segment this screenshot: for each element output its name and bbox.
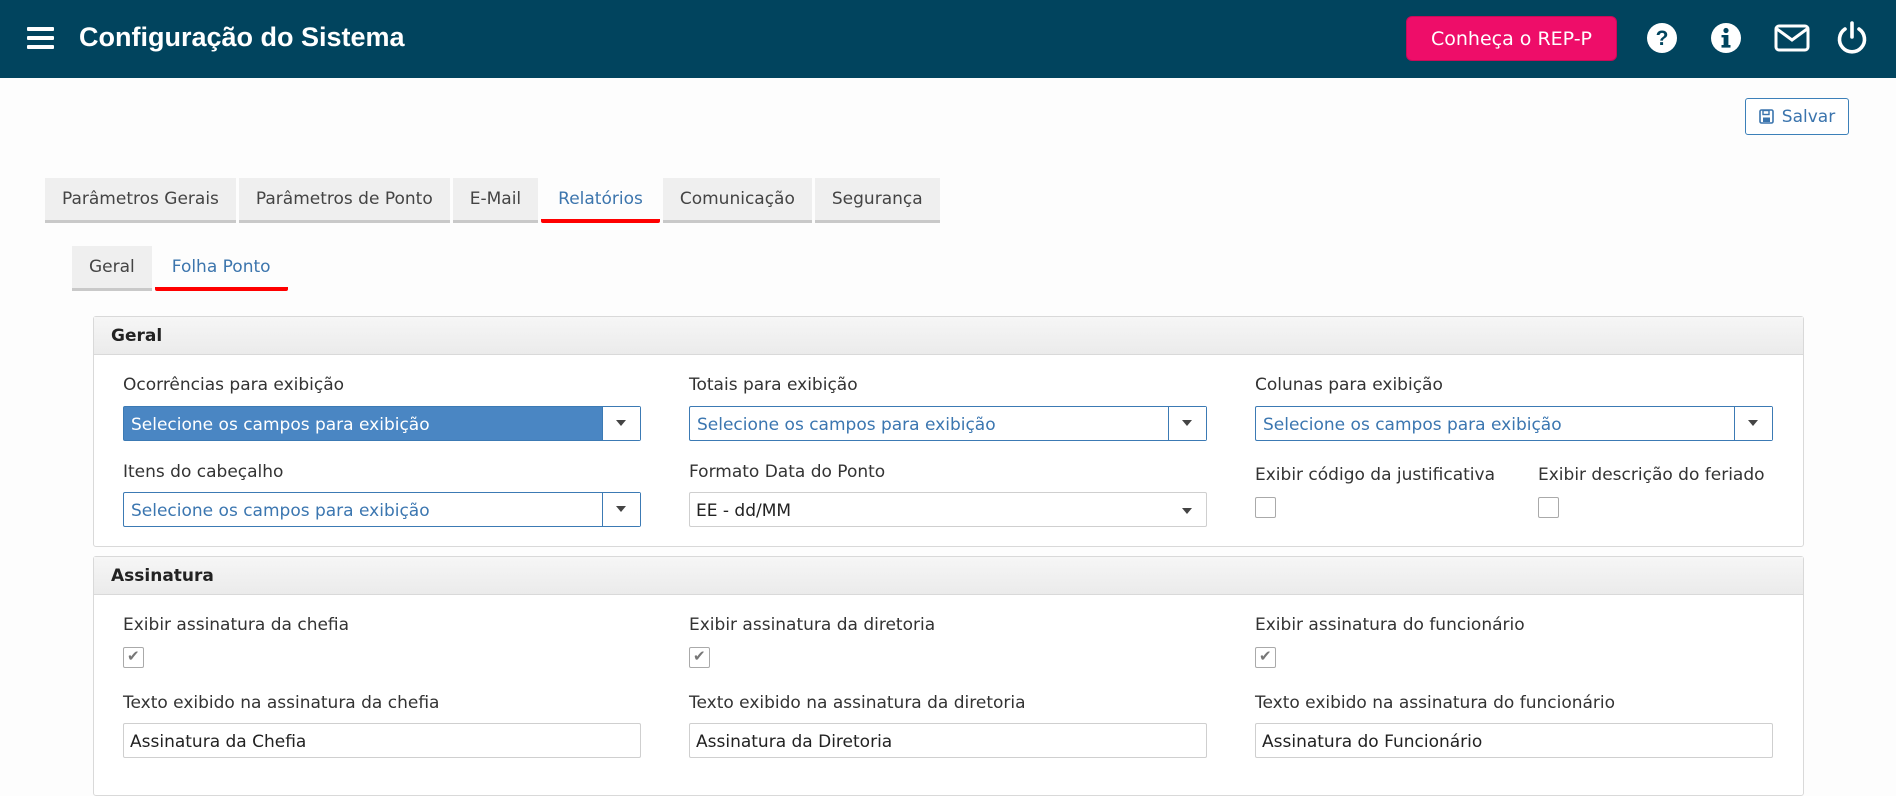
main-tabs: Parâmetros Gerais Parâmetros de Ponto E-…	[45, 178, 943, 223]
tab-email[interactable]: E-Mail	[452, 178, 539, 223]
input-value: Assinatura da Chefia	[130, 732, 307, 752]
power-icon[interactable]	[1834, 20, 1870, 56]
field-label: Texto exibido na assinatura da chefia	[123, 693, 440, 713]
assinatura-panel: Assinatura Exibir assinatura da chefia E…	[93, 556, 1804, 796]
input-value: Assinatura da Diretoria	[696, 732, 893, 752]
itens-cabecalho-select[interactable]: Selecione os campos para exibição	[123, 492, 641, 527]
ocorrencias-select[interactable]: Selecione os campos para exibição	[123, 406, 641, 441]
exibir-codigo-checkbox[interactable]	[1255, 497, 1276, 518]
field-label: Exibir descrição do feriado	[1538, 465, 1765, 485]
field-label: Exibir assinatura da diretoria	[689, 615, 936, 635]
select-value: Selecione os campos para exibição	[1263, 415, 1562, 435]
mail-icon[interactable]	[1773, 20, 1811, 56]
field-label: Texto exibido na assinatura do funcionár…	[1255, 693, 1616, 713]
tab-parametros-ponto[interactable]: Parâmetros de Ponto	[238, 178, 450, 223]
geral-panel: Geral Ocorrências para exibição Selecion…	[93, 316, 1804, 547]
texto-diretoria-field[interactable]: Assinatura da Diretoria	[689, 723, 1207, 758]
tab-comunicacao[interactable]: Comunicação	[662, 178, 812, 223]
input-value: Assinatura do Funcionário	[1262, 732, 1483, 752]
info-icon[interactable]	[1708, 20, 1744, 56]
dropdown-toggle[interactable]	[602, 493, 640, 526]
chevron-down-icon	[616, 420, 626, 426]
select-value: Selecione os campos para exibição	[131, 501, 430, 521]
rep-p-button[interactable]: Conheça o REP-P	[1406, 16, 1617, 61]
panel-title: Assinatura	[94, 557, 1803, 595]
top-bar: Configuração do Sistema Conheça o REP-P …	[0, 0, 1896, 78]
chevron-down-icon	[1182, 508, 1192, 514]
sub-tabs: Geral Folha Ponto	[72, 246, 291, 291]
exibir-feriado-checkbox[interactable]	[1538, 497, 1559, 518]
totais-select[interactable]: Selecione os campos para exibição	[689, 406, 1207, 441]
field-label: Exibir código da justificativa	[1255, 465, 1495, 485]
save-label: Salvar	[1781, 106, 1836, 127]
assinatura-funcionario-checkbox[interactable]	[1255, 647, 1276, 668]
dropdown-toggle[interactable]	[1168, 407, 1206, 440]
assinatura-chefia-checkbox[interactable]	[123, 647, 144, 668]
field-label: Texto exibido na assinatura da diretoria	[689, 693, 1026, 713]
tab-relatorios[interactable]: Relatórios	[541, 178, 660, 223]
texto-funcionario-field[interactable]: Assinatura do Funcionário	[1255, 723, 1773, 758]
panel-title: Geral	[94, 317, 1803, 355]
chevron-down-icon	[1182, 420, 1192, 426]
tab-seguranca[interactable]: Segurança	[814, 178, 940, 223]
menu-icon[interactable]	[27, 27, 54, 49]
field-label: Colunas para exibição	[1255, 375, 1443, 395]
field-label: Exibir assinatura da chefia	[123, 615, 350, 635]
select-value: Selecione os campos para exibição	[697, 415, 996, 435]
field-label: Totais para exibição	[689, 375, 858, 395]
page-title: Configuração do Sistema	[79, 22, 405, 52]
tab-folha-ponto[interactable]: Folha Ponto	[154, 246, 288, 291]
save-button[interactable]: Salvar	[1745, 98, 1849, 135]
dropdown-toggle[interactable]	[1734, 407, 1772, 440]
select-value: EE - dd/MM	[696, 501, 792, 521]
texto-chefia-field[interactable]: Assinatura da Chefia	[123, 723, 641, 758]
chevron-down-icon	[1748, 420, 1758, 426]
field-label: Formato Data do Ponto	[689, 462, 886, 482]
svg-text:?: ?	[1656, 27, 1669, 50]
tab-geral[interactable]: Geral	[72, 246, 152, 291]
field-label: Exibir assinatura do funcionário	[1255, 615, 1525, 635]
save-icon	[1758, 109, 1774, 124]
tab-parametros-gerais[interactable]: Parâmetros Gerais	[45, 178, 236, 223]
field-label: Ocorrências para exibição	[123, 375, 345, 395]
assinatura-diretoria-checkbox[interactable]	[689, 647, 710, 668]
chevron-down-icon	[616, 506, 626, 512]
formato-data-select[interactable]: EE - dd/MM	[689, 492, 1207, 527]
colunas-select[interactable]: Selecione os campos para exibição	[1255, 406, 1773, 441]
field-label: Itens do cabeçalho	[123, 462, 284, 482]
select-value: Selecione os campos para exibição	[131, 415, 430, 435]
help-icon[interactable]: ?	[1644, 20, 1680, 56]
dropdown-toggle[interactable]	[602, 407, 640, 440]
